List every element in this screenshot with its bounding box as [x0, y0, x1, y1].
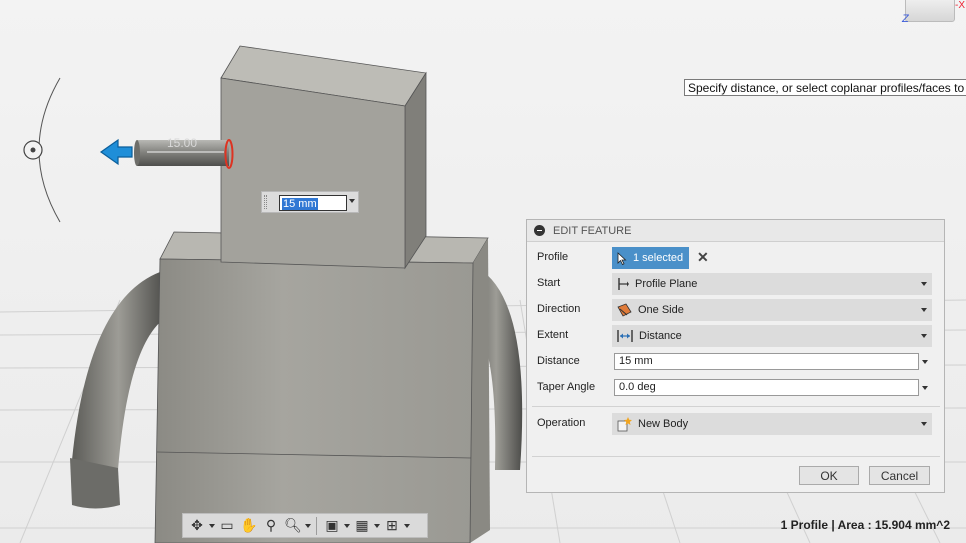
grid-dropdown-icon[interactable] [373, 524, 381, 528]
pan-icon[interactable]: ✋ [238, 516, 260, 536]
operation-caret-icon [921, 422, 927, 426]
taper-label: Taper Angle [537, 381, 596, 393]
taper-dropdown-icon[interactable] [922, 386, 928, 390]
zoom-window-icon[interactable]: 🔍︎ [282, 516, 304, 536]
view-cube[interactable] [905, 0, 955, 22]
distance-label: Distance [537, 355, 580, 367]
inline-distance-input[interactable]: 15 mm [279, 195, 347, 211]
profile-selection-button[interactable]: 1 selected [612, 247, 689, 269]
head-front-face [220, 77, 406, 269]
divider [532, 456, 940, 457]
start-value: Profile Plane [635, 278, 698, 290]
panel-header[interactable]: EDIT FEATURE [527, 220, 944, 242]
operation-value: New Body [638, 418, 689, 430]
clear-selection-icon[interactable]: ✕ [697, 249, 709, 266]
orbit-icon[interactable]: ✥ [186, 516, 208, 536]
direction-dropdown[interactable]: One Side [612, 299, 932, 321]
distance-dropdown-icon[interactable] [922, 360, 928, 364]
one-side-icon [617, 303, 632, 317]
viewports-icon[interactable]: ⊞ [381, 516, 403, 536]
viewports-dropdown-icon[interactable] [403, 524, 411, 528]
divider [532, 406, 940, 407]
command-tooltip: Specify distance, or select coplanar pro… [684, 79, 966, 96]
distance-icon [617, 330, 633, 342]
taper-angle-input[interactable]: 0.0 deg [614, 379, 919, 396]
ok-button[interactable]: OK [799, 466, 859, 485]
profile-label: Profile [537, 251, 569, 263]
display-dropdown-icon[interactable] [343, 524, 351, 528]
operation-dropdown[interactable]: New Body [612, 413, 932, 435]
extent-dropdown[interactable]: Distance [612, 325, 932, 347]
extent-value: Distance [639, 330, 682, 342]
extent-caret-icon [921, 334, 927, 338]
direction-row: Direction One Side [527, 299, 946, 321]
panel-title: EDIT FEATURE [553, 224, 632, 237]
toolbar-separator [316, 516, 317, 535]
drag-grip[interactable] [264, 195, 267, 209]
distance-arrow-icon [99, 138, 133, 166]
zoom-dropdown-icon[interactable] [304, 524, 312, 528]
left-arm [72, 272, 165, 470]
taper-row: Taper Angle 0.0 deg [527, 377, 946, 399]
start-dropdown[interactable]: Profile Plane [612, 273, 932, 295]
profile-row: Profile 1 selected ✕ [527, 247, 946, 269]
dimension-label: 15.00 [167, 136, 197, 150]
axis-z-label: Z [902, 13, 909, 25]
edit-feature-panel: EDIT FEATURE Profile 1 selected ✕ Start … [526, 219, 945, 493]
new-body-icon [617, 416, 632, 431]
inline-distance-dropdown[interactable] [349, 199, 355, 203]
inline-distance-box[interactable]: 15 mm [261, 191, 359, 213]
display-settings-icon[interactable]: ▣ [321, 516, 343, 536]
collapse-icon[interactable] [534, 225, 545, 236]
extent-row: Extent Distance [527, 325, 946, 347]
profile-plane-icon [618, 278, 629, 290]
start-label: Start [537, 277, 561, 289]
profile-value: 1 selected [633, 252, 684, 264]
body-front-face [154, 258, 474, 543]
start-row: Start Profile Plane [527, 273, 946, 295]
operation-label: Operation [537, 417, 586, 429]
grid-icon[interactable]: ▦ [351, 516, 373, 536]
direction-value: One Side [638, 304, 684, 316]
look-at-icon[interactable]: ▭ [216, 516, 238, 536]
status-text: 1 Profile | Area : 15.904 mm^2 [780, 518, 950, 532]
extent-label: Extent [537, 329, 569, 341]
distance-row: Distance 15 mm [527, 351, 946, 373]
direction-caret-icon [921, 308, 927, 312]
operation-row: Operation New Body [527, 413, 946, 435]
inline-distance-value: 15 mm [282, 198, 318, 210]
zoom-icon[interactable]: ⚲ [260, 516, 282, 536]
cancel-button[interactable]: Cancel [869, 466, 930, 485]
head-side-face [404, 71, 427, 270]
distance-input[interactable]: 15 mm [614, 353, 919, 370]
cursor-icon [617, 251, 627, 265]
axis-x-label: -X [955, 0, 965, 11]
direction-label: Direction [537, 303, 581, 315]
orbit-dropdown-icon[interactable] [208, 524, 216, 528]
start-caret-icon [921, 282, 927, 286]
navigation-toolbar: ✥ ▭ ✋ ⚲ 🔍︎ ▣ ▦ ⊞ [182, 513, 428, 538]
